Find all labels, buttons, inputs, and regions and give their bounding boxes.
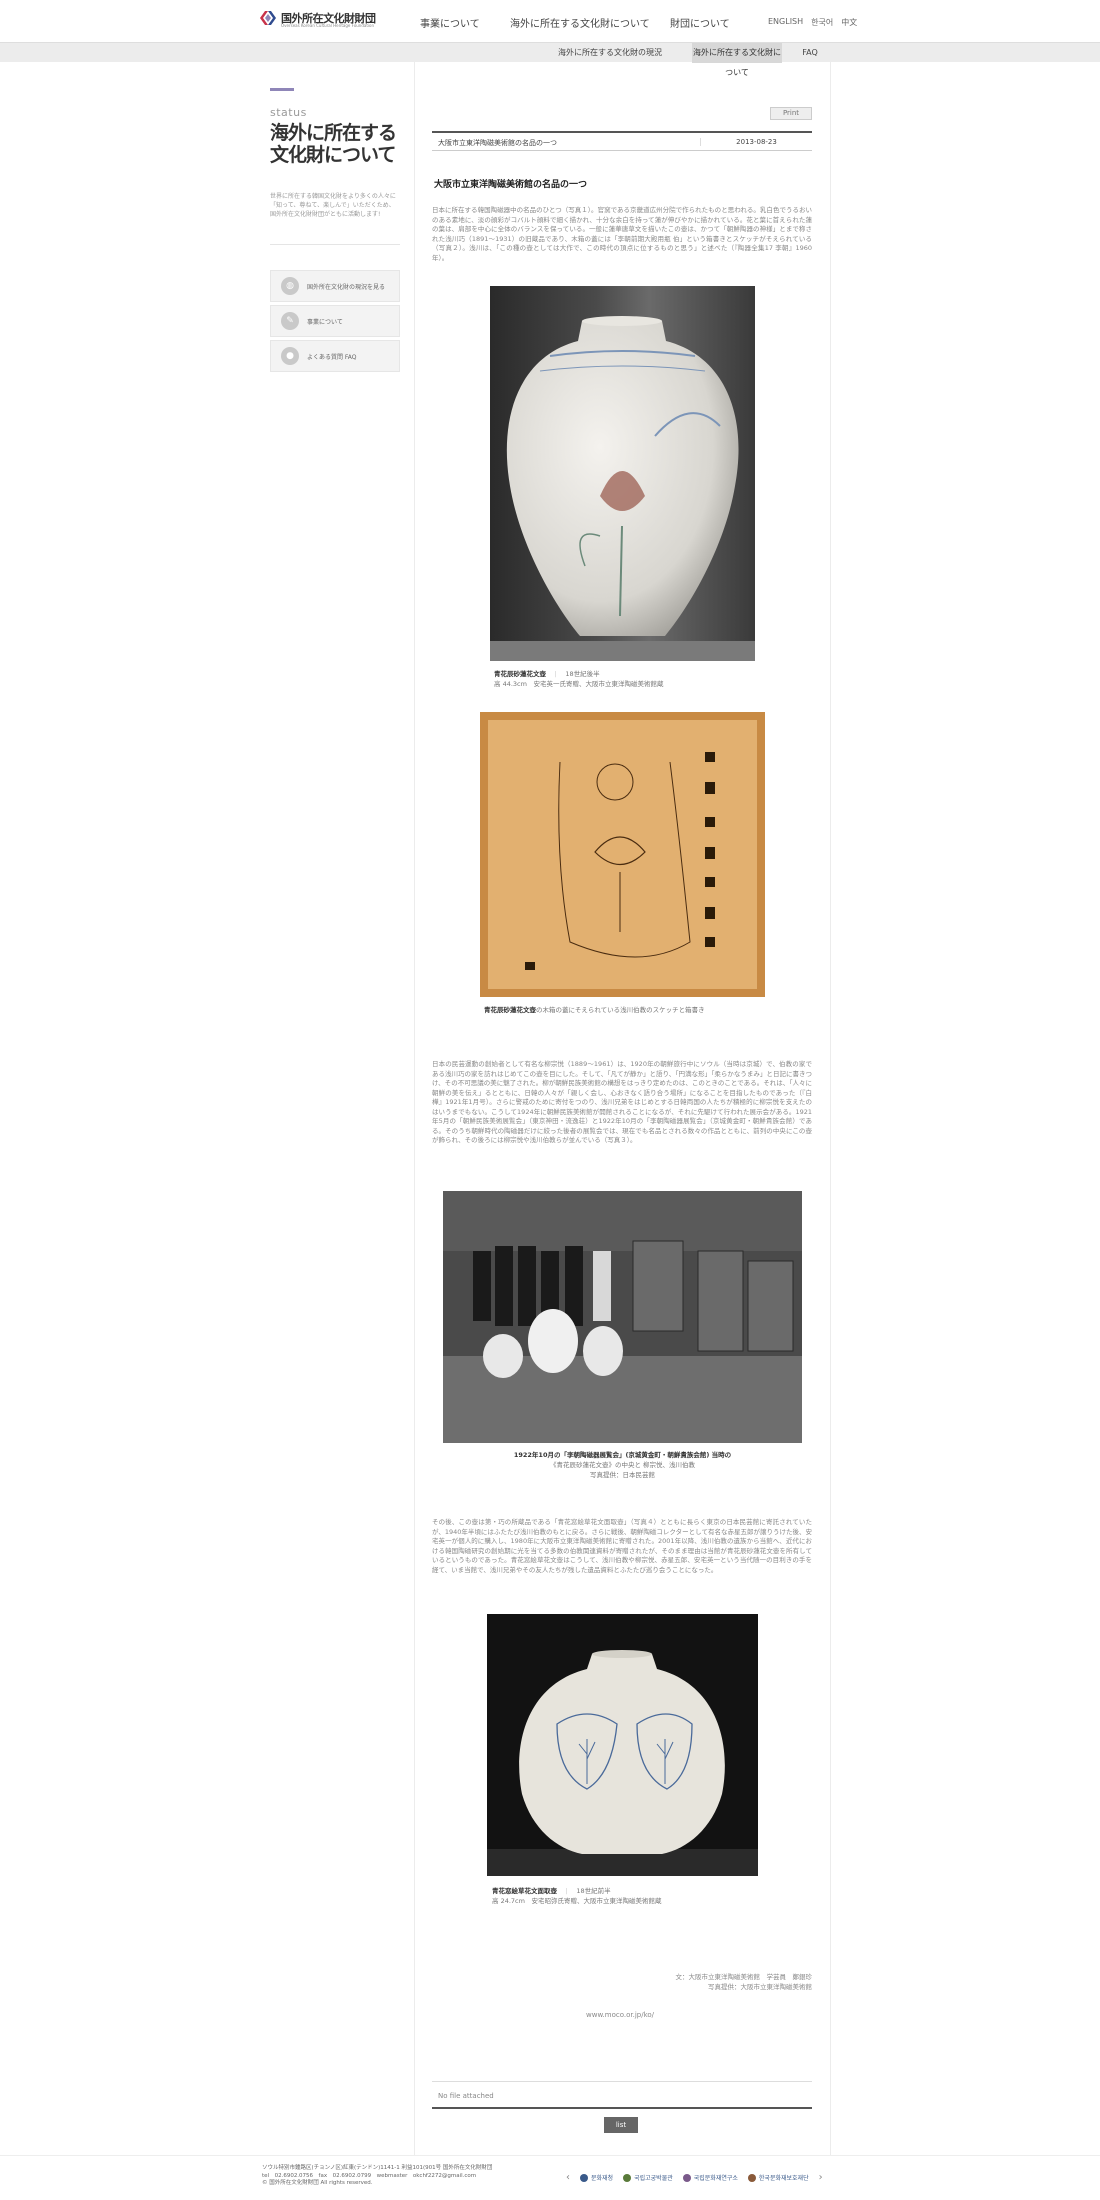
subnav-item-status[interactable]: 海外に所在する文化財の現況 [530,43,690,63]
photo-3-caption-title: 1922年10月の「李朝陶磁器展覧会」(京城黄金町・朝鮮貴族会館) 当時の [513,1451,732,1459]
site-logo[interactable]: 国外所在文化財財団 Overseas Korean Cultural Herit… [260,10,376,28]
logo-mark-icon [260,11,276,25]
chevron-right-icon[interactable]: › [819,2172,823,2183]
partner-logo-2-icon [623,2173,632,2182]
sidebar-item-label: 国外所在文化財の現況を見る [307,283,386,291]
partner-logo-1-icon [580,2173,588,2182]
source-link[interactable]: www.moco.or.jp/ko/ [586,2011,654,2019]
photo-4-caption-era: 18世紀前半 [576,1887,611,1895]
partner-logo-4-icon [747,2173,756,2182]
attachment-box: No file attached [432,2081,812,2109]
partner-logo-3-icon [682,2173,691,2182]
photo-2-box-lid-sketch [480,712,765,997]
logo-subtitle: Overseas Korean Cultural Heritage Founda… [281,23,374,28]
sidebar-item-label: よくある質問 FAQ [307,353,357,361]
photo-1-caption-era: 18世紀後半 [565,670,600,678]
photo-3-caption-line2: 《青花辰砂蓮花文壺》の中央と 柳宗悦、浅川伯教 [549,1461,696,1469]
photo-4-octagonal-jar [487,1614,758,1876]
photo-3-caption-line3: 写真提供：日本民芸館 [590,1471,655,1479]
photo-1-caption-detail: 高 44.3cm 安宅英一氏寄贈、大阪市立東洋陶磁美術館蔵 [494,680,664,688]
partner-logo-1[interactable]: 문화재청 [580,2173,613,2182]
lang-english[interactable]: ENGLISH [768,17,803,28]
list-button[interactable]: list [604,2117,638,2133]
partner-logo-2[interactable]: 국립고궁박물관 [623,2173,673,2182]
sidebar-menu: ◍ 国外所在文化財の現況を見る ✎ 事業について ● よくある質問 FAQ [270,270,400,375]
footer-partner-logos: ‹ 문화재청 국립고궁박물관 국립문화재연구소 한국문화재보호재단 › [566,2172,823,2183]
sidebar-accent-bar [270,88,294,91]
photo-2-caption-title: 青花辰砂蓮花文壺 [484,1006,536,1014]
sidebar-description: 世界に所在する韓国文化財をより多くの人々に「知って、尊ねて、楽しんで」いただくた… [270,193,396,218]
sub-nav: 海外に所在する文化財の現況 海外に所在する文化財について FAQ [0,42,1100,77]
chevron-left-icon[interactable]: ‹ [566,2172,570,2183]
nav-item-overseas-heritage[interactable]: 海外に所在する文化財について [510,15,670,30]
photo-3-exhibition-1922 [443,1191,802,1443]
content-right-border [830,62,831,2182]
sidebar-item-status[interactable]: ◍ 国外所在文化財の現況を見る [270,270,400,302]
credit-author: 文：大阪市立東洋陶磁美術館 学芸員 鄭銀珍 [675,1973,813,1981]
sidebar-item-faq[interactable]: ● よくある質問 FAQ [270,340,400,372]
nav-item-business[interactable]: 事業について [420,15,510,30]
sidebar-item-business[interactable]: ✎ 事業について [270,305,400,337]
photo-1-caption: 青花辰砂蓮花文壺 | 18世紀後半 高 44.3cm 安宅英一氏寄贈、大阪市立東… [494,670,664,688]
article-paragraph-3: その後、この壺は第・巧の所蔵品である「青花窓絵草花文面取壺」（写真４）とともに長… [432,1518,812,1574]
partner-logo-3-label: 국립문화재연구소 [693,2175,738,2182]
subnav-item-about[interactable]: 海外に所在する文化財について [692,43,782,77]
photo-1-caption-title: 青花辰砂蓮花文壺 [494,670,546,678]
content-left-border [414,62,415,2182]
credit-photo: 写真提供：大阪市立東洋陶磁美術館 [708,1983,812,1991]
board-title: 大阪市立東洋陶磁美術館の名品の一つ [438,139,557,147]
partner-logo-1-label: 문화재청 [591,2175,614,2182]
site-footer: ソウル特別市鍾路区(チョンノ区)紅東(テンドン)1141-1 利益101(901… [0,2155,1100,2200]
sidebar-status-label: status [270,106,307,119]
board-title-bar: 大阪市立東洋陶磁美術館の名品の一つ 2013-08-23 [432,131,812,151]
nav-item-foundation[interactable]: 財団について [670,15,750,30]
photo-3-caption: 1922年10月の「李朝陶磁器展覧会」(京城黄金町・朝鮮貴族会館) 当時の 《青… [443,1450,802,1480]
print-button[interactable]: Print [770,107,812,120]
article-paragraph-2: 日本の民芸運動の創始者として有名な柳宗悦（1889～1961）は、1920年の朝… [432,1060,812,1144]
sidebar-title: 海外に所在する文化財について [270,122,397,166]
attachment-text: No file attached [438,2092,494,2100]
photo-2-caption-rest: の木箱の蓋にそえられている浅川伯教のスケッチと箱書き [536,1006,705,1014]
article-paragraph-1: 日本に所在する韓国陶磁器中の名品のひとつ（写真１）。官窯である京畿道広州分院で作… [432,206,812,262]
partner-logo-3[interactable]: 국립문화재연구소 [682,2173,738,2182]
partner-logo-4[interactable]: 한국문화재보호재단 [747,2173,809,2182]
photo-1-lotus-jar [490,286,755,661]
site-header: 国外所在文化財財団 Overseas Korean Cultural Herit… [0,0,1100,42]
language-switcher: ENGLISH 한국어 中文 [768,17,857,28]
article-title: 大阪市立東洋陶磁美術館の名品の一つ [434,180,588,190]
footer-info: ソウル特別市鍾路区(チョンノ区)紅東(テンドン)1141-1 利益101(901… [262,2165,492,2188]
photo-4-caption: 青花窓絵草花文面取壺 | 18世紀前半 高 24.7cm 安宅昭弥氏寄贈、大阪市… [492,1887,662,1905]
photo-4-caption-title: 青花窓絵草花文面取壺 [492,1887,557,1895]
board-date: 2013-08-23 [700,138,812,146]
footer-address: ソウル特別市鍾路区(チョンノ区)紅東(テンドン)1141-1 利益101(901… [262,2165,493,2171]
sidebar-item-label: 事業について [307,318,343,326]
subnav-item-faq[interactable]: FAQ [790,43,830,63]
lang-korean[interactable]: 한국어 [811,17,833,28]
speech-bubble-icon: ● [281,347,299,365]
leaf-icon: ✎ [281,312,299,330]
main-nav: 事業について 海外に所在する文化財について 財団について [420,15,750,30]
sidebar-divider [270,244,400,245]
footer-contact: tel 02.6902.0756 fax 02.6902.0799 webmas… [262,2172,477,2179]
lang-chinese[interactable]: 中文 [841,17,857,28]
article-credit: 文：大阪市立東洋陶磁美術館 学芸員 鄭銀珍 写真提供：大阪市立東洋陶磁美術館 [560,1972,813,1992]
photo-2-caption: 青花辰砂蓮花文壺の木箱の蓋にそえられている浅川伯教のスケッチと箱書き [484,1005,705,1015]
photo-4-caption-detail: 高 24.7cm 安宅昭弥氏寄贈、大阪市立東洋陶磁美術館蔵 [492,1897,662,1905]
partner-logo-4-label: 한국문화재보호재단 [758,2175,809,2182]
footer-copyright: © 国外所在文化財財団 All rights reserved. [262,2180,373,2186]
globe-icon: ◍ [281,277,299,295]
partner-logo-2-label: 국립고궁박물관 [634,2175,673,2182]
